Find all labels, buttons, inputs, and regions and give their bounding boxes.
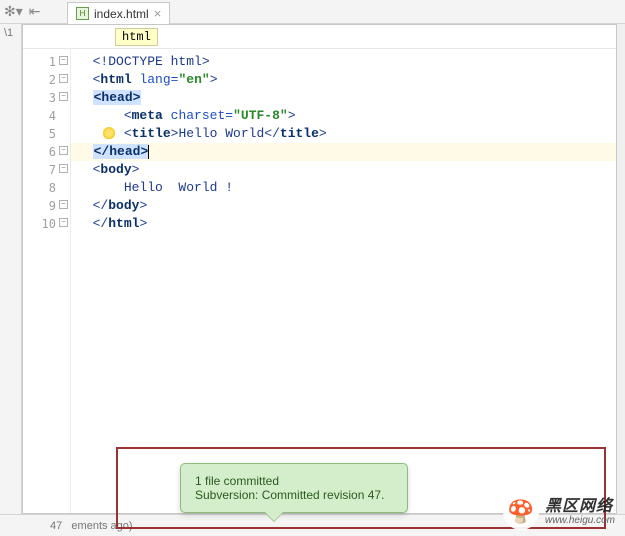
gear-icon[interactable]: ✻▾ [4,3,23,20]
code-line: − <html lang="en"> [71,71,616,89]
code-line: − </body> [71,197,616,215]
code-line: <meta charset="UTF-8"> [71,107,616,125]
line-number-gutter: 1 2 3 4 5 6 7 8 9 10 [23,49,71,513]
line-number: 5 [23,125,70,143]
code-line: − <body> [71,161,616,179]
line-number: 4 [23,107,70,125]
code-line: Hello World ! [71,179,616,197]
file-tab[interactable]: H index.html × [67,2,170,24]
breadcrumb-item[interactable]: html [115,28,158,46]
code-editor[interactable]: − <!DOCTYPE html> − <html lang="en"> − <… [71,49,616,513]
code-line: − <head> [71,89,616,107]
code-line: <title>Hello World</title> [71,125,616,143]
editor-panel: html 1 2 3 4 5 6 7 8 9 10 − <!DOCTYPE ht… [22,24,617,514]
code-line-active: − </head> [71,143,616,161]
popup-line2: Subversion: Committed revision 47. [195,488,393,502]
fold-icon[interactable]: − [59,164,68,173]
fold-icon[interactable]: − [59,218,68,227]
tab-bar: H index.html × [22,0,170,24]
popup-line1: 1 file committed [195,474,393,488]
commit-notification-popup[interactable]: 1 file committed Subversion: Committed r… [180,463,408,513]
code-line: − <!DOCTYPE html> [71,53,616,71]
fold-icon[interactable]: − [59,56,68,65]
status-bar: 47 ements ago) [0,514,625,536]
tab-filename: index.html [94,7,149,21]
fold-icon[interactable]: − [59,200,68,209]
left-gutter-column: \1 [0,24,22,514]
fold-icon[interactable]: − [59,146,68,155]
tab-close-icon[interactable]: × [154,6,162,21]
status-text: 47 ements ago) [50,520,133,532]
code-line: − </html> [71,215,616,233]
html-file-icon: H [76,7,89,20]
text-cursor [148,145,149,159]
intention-bulb-icon[interactable] [103,127,115,139]
fold-icon[interactable]: − [59,92,68,101]
left-col-text: \1 [0,24,21,42]
breadcrumb-bar: html [23,25,616,49]
fold-icon[interactable]: − [59,74,68,83]
line-number: 8 [23,179,70,197]
